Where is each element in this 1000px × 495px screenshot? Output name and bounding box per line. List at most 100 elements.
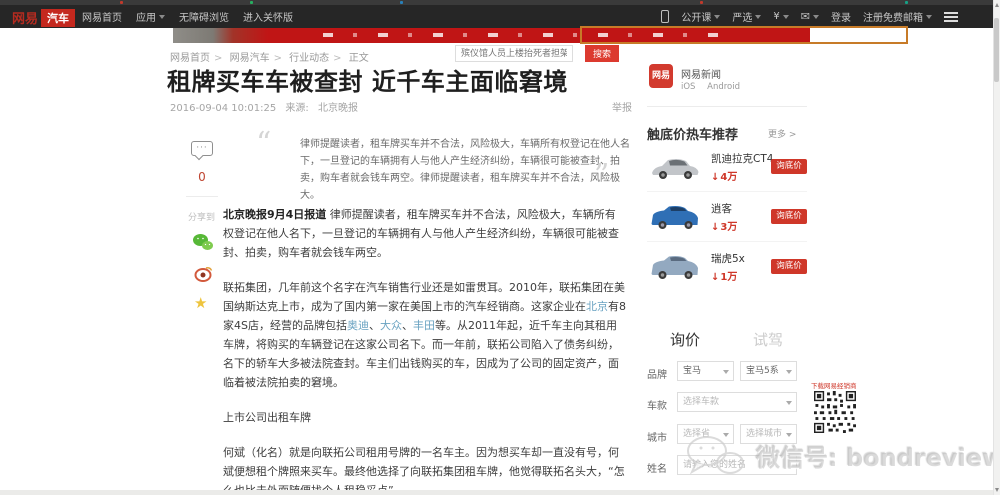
chevron-down-icon [159,15,165,19]
city-label: 城市 [647,429,667,444]
series-select[interactable]: 宝马5系 [740,361,797,381]
scrollbar-thumb[interactable] [994,18,999,82]
wechat-share-icon[interactable] [192,233,214,256]
price-drop-icon [711,172,720,183]
paragraph-lead: 北京晚报9月4日报道 [223,208,326,221]
chevron-down-icon [714,15,720,19]
hot-cars-title: 触底价热车推荐 [647,124,738,143]
link-beijing[interactable]: 北京 [586,300,608,313]
nav-accessibility[interactable]: 无障碍浏览 [179,9,229,24]
scrollbar[interactable] [993,0,1000,495]
app-link-ios[interactable]: iOS [681,82,695,92]
tab-price-inquiry[interactable]: 询价 [670,329,700,350]
weibo-share-icon[interactable] [193,265,213,287]
qr-label: 下载网易经销商 [811,383,861,390]
inquiry-price-button[interactable]: 询底价 [771,209,807,224]
page: 网易 汽车 网易首页 应用 无障碍浏览 进入关怀版 公开课 严选 ¥ ✉ 登录 … [0,0,1000,495]
site-header: 网易 汽车 网易首页 应用 无障碍浏览 进入关怀版 公开课 严选 ¥ ✉ 登录 … [0,5,1000,28]
source-label: 来源: [285,103,308,114]
car-row-cadillac-ct4: 凯迪拉克CT4 4万 询底价 [647,144,807,192]
scroll-down-arrow-icon[interactable] [995,488,999,492]
price-drop-icon [711,222,720,233]
search-input[interactable] [455,45,573,62]
car-name[interactable]: 瑞虎5x [711,251,745,266]
car-row-qashqai: 逍客 3万 询底价 [647,194,807,242]
article-date: 2016-09-04 10:01:25 [170,103,276,114]
section-subheading: 上市公司出租车牌 [223,408,626,427]
city-select[interactable]: 选择城市 [740,424,797,444]
link-toyota[interactable]: 丰田 [413,319,435,332]
nav-register-mailbox[interactable]: 注册免费邮箱 [863,9,932,24]
model-label: 车款 [647,397,667,412]
nav-apps[interactable]: 应用 [136,9,165,24]
nav-finance[interactable]: ¥ [773,11,788,22]
qr-code [814,391,856,437]
header-right-nav: 公开课 严选 ¥ ✉ 登录 注册免费邮箱 [661,5,958,28]
price-drop-icon [711,272,720,283]
car-image-sedan [649,153,701,185]
tab-test-drive[interactable]: 试驾 [753,329,783,350]
scroll-up-arrow-icon[interactable] [995,3,999,7]
chevron-down-icon [813,15,819,19]
more-link[interactable]: 更多 > [768,127,796,140]
car-row-tiggo-5x: 瑞虎5x 1万 询底价 [647,244,807,292]
model-select[interactable]: 选择车款 [677,392,797,412]
mail-icon: ✉ [801,10,810,23]
province-select[interactable]: 选择省 [677,424,734,444]
article-body: 北京晚报9月4日报道 律师提醒读者，租车牌买车并不合法，风险极大，车辆所有权登记… [223,205,626,495]
mobile-app-icon[interactable] [661,10,669,23]
article-meta: 2016-09-04 10:01:25 来源: 北京晚报 [170,99,364,114]
netease-auto-logo[interactable]: 网易 汽车 [12,8,75,27]
nav-care-version[interactable]: 进入关怀版 [243,9,293,24]
comment-bubble-icon[interactable] [191,141,213,156]
ad-frame [580,26,908,44]
open-quote-icon: “ [256,126,271,161]
source-name[interactable]: 北京晚报 [318,103,358,114]
close-quote-icon: ” [594,158,609,193]
price-drop: 4万 [711,168,737,183]
paragraph-2: 联拓集团，几年前这个名字在汽车销售行业还是如雷贯耳。2010年，联拓集团在美国纳… [223,278,626,392]
nav-open-course[interactable]: 公开课 [681,9,720,24]
app-link-android[interactable]: Android [707,82,740,92]
car-name[interactable]: 逍客 [711,201,732,216]
chevron-down-icon [783,15,789,19]
brand-select[interactable]: 宝马 [677,361,734,381]
paragraph-1: 北京晚报9月4日报道 律师提醒读者，租车牌买车并不合法，风险极大，车辆所有权登记… [223,205,626,262]
star-share-icon[interactable] [194,294,207,312]
app-platforms: iOS Android [681,82,749,92]
inquiry-price-button[interactable]: 询底价 [771,259,807,274]
nav-netease-home[interactable]: 网易首页 [82,9,122,24]
chevron-down-icon [755,15,761,19]
report-link[interactable]: 举报 [612,99,632,114]
netease-app-logo[interactable]: 网易 [649,64,673,88]
brand-label: 品牌 [647,366,667,381]
price-drop: 1万 [711,268,737,283]
nav-yanxuan[interactable]: 严选 [732,9,761,24]
page-title: 租牌买车车被查封 近千车主面临窘境 [167,62,568,97]
link-volkswagen[interactable]: 大众 [380,319,402,332]
inquiry-price-button[interactable]: 询底价 [771,159,807,174]
link-audi[interactable]: 奥迪 [347,319,369,332]
header-left-nav: 网易首页 应用 无障碍浏览 进入关怀版 [82,5,293,28]
car-image-suv-blue [649,203,701,235]
search-button[interactable]: 搜索 [585,45,619,62]
search-bar: 搜索 [455,45,625,62]
divider [186,196,218,197]
hamburger-menu-icon[interactable] [944,12,958,14]
article-quote: 律师提醒读者，租车牌买车并不合法，风险极大，车辆所有权登记在他人名下，一旦登记的… [300,136,632,204]
logo-brand: 网易 [12,8,38,27]
name-label: 姓名 [647,460,667,475]
name-input[interactable] [677,455,797,475]
paragraph-3: 何斌（化名）就是向联拓公司租用号牌的一名车主。因为想买车却一直没有号，何斌便想租… [223,443,626,495]
app-name: 网易新闻 [681,66,721,81]
car-image-suv-gray [649,253,701,285]
chevron-down-icon [926,15,932,19]
price-drop: 3万 [711,218,737,233]
page-bottom-edge [0,490,993,495]
nav-mail[interactable]: ✉ [801,10,819,23]
car-name[interactable]: 凯迪拉克CT4 [711,151,773,166]
nav-login[interactable]: 登录 [831,9,851,24]
share-label: 分享到 [188,210,215,223]
logo-section: 汽车 [41,9,75,27]
comment-count[interactable]: 0 [191,170,213,184]
